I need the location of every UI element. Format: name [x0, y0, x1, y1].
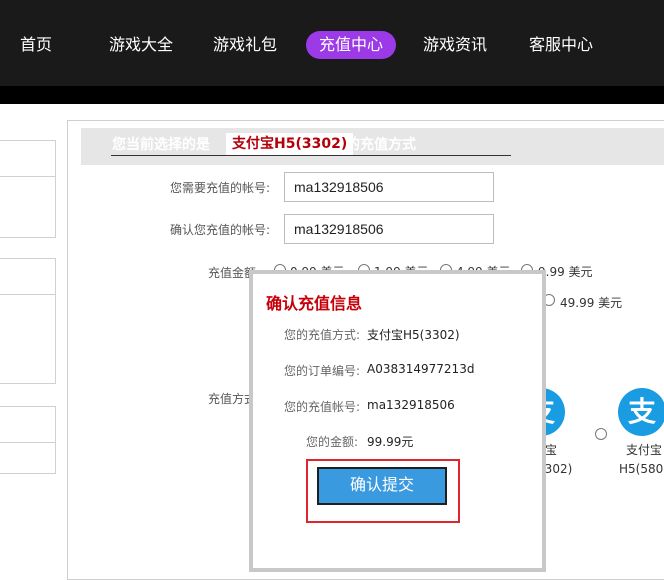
confirm-submit-button[interactable]: 确认提交 [317, 467, 447, 505]
header-underline [111, 155, 511, 156]
dialog-title: 确认充值信息 [266, 294, 363, 313]
left-panel-box [0, 294, 56, 384]
left-panel-box [0, 442, 56, 474]
nav-item-gifts[interactable]: 游戏礼包 [213, 31, 277, 59]
account-input[interactable]: ma132918506 [284, 172, 494, 202]
method-field-value: 支付宝H5(3302) [367, 328, 460, 342]
pay-option-text: 宝 [545, 443, 558, 457]
amount-option: 9.99 美元 [538, 265, 593, 279]
left-panel-box [0, 406, 56, 443]
order-field-label: 您的订单编号: [284, 364, 361, 378]
pay-method-radio[interactable] [595, 428, 607, 440]
left-panel-box [0, 176, 56, 238]
header-suffix: 的充值方式 [346, 137, 416, 153]
amount-option: 49.99 美元 [560, 296, 623, 310]
header-prefix: 您当前选择的是 [112, 137, 210, 153]
nav-item-games[interactable]: 游戏大全 [109, 31, 173, 59]
nav-item-recharge[interactable]: 充值中心 [306, 31, 397, 59]
pay-option-text: H5(580 [619, 462, 664, 476]
amount-field-value: 99.99元 [367, 435, 414, 449]
account-field-value: ma132918506 [367, 398, 455, 412]
order-field-value: A038314977213d [367, 362, 475, 376]
account-field-label: 您的充值帐号: [284, 400, 361, 414]
confirm-dialog [249, 270, 546, 572]
left-panel-box [0, 140, 56, 177]
confirm-account-input[interactable]: ma132918506 [284, 214, 494, 244]
top-navigation-strip [0, 86, 664, 104]
confirm-account-label: 确认您充值的帐号: [170, 223, 271, 237]
left-panel-box [0, 258, 56, 295]
pay-option-text: 支付宝 [626, 443, 663, 457]
selected-method-label: 支付宝H5(3302) [226, 133, 354, 155]
alipay-icon[interactable]: 支 [618, 388, 664, 436]
nav-item-support[interactable]: 客服中心 [529, 31, 593, 59]
nav-item-home[interactable]: 首页 [20, 31, 52, 59]
amount-field-label: 您的金额: [306, 435, 359, 449]
method-field-label: 您的充值方式: [284, 328, 361, 342]
account-label: 您需要充值的帐号: [170, 181, 271, 195]
nav-item-news[interactable]: 游戏资讯 [423, 31, 487, 59]
